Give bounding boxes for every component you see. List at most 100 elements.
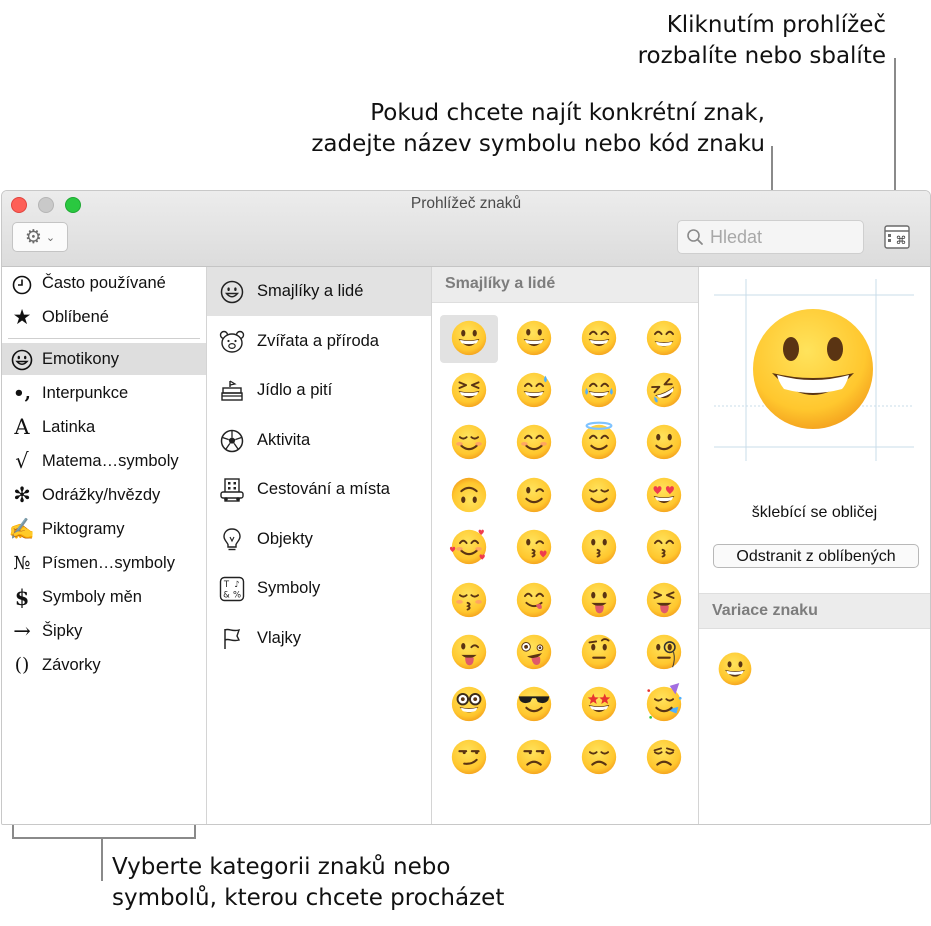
subcategory-label: Aktivita [257,431,311,449]
sidebar-item-pictographs[interactable]: ✍ Piktogramy [2,513,206,545]
tongue-emoji-icon [578,578,620,625]
sidebar-item-math-symbols[interactable]: √ Matema…symboly [2,445,206,477]
expand-viewer-icon[interactable]: ⌘ [884,225,910,249]
smiley-icon [2,347,42,372]
callout-line: Kliknutím prohlížeč [666,12,886,38]
parentheses-icon: () [14,654,30,676]
emoji-cell-smile[interactable] [570,315,628,363]
emoji-cell-kissing-smiling-eyes[interactable] [635,525,693,573]
emoji-cell-smirk[interactable] [440,734,498,782]
grinning-emoji-icon [715,652,755,692]
emoji-cell-unamused[interactable] [505,734,563,782]
emoji-cell-rofl[interactable] [635,367,693,415]
sidebar-item-emoji[interactable]: Emotikony [2,343,206,375]
sidebar-item-favorites[interactable]: ★ Oblíbené [2,301,206,333]
latin-letter-icon: A [14,415,30,439]
sidebar-item-label: Latinka [42,417,96,436]
yum-emoji-icon [513,578,555,625]
emoji-cell-partying[interactable] [635,682,693,730]
emoji-cell-grin[interactable] [635,315,693,363]
callout-line: Pokud chcete najít konkrétní znak, [370,100,765,126]
subcategory-smileys-people[interactable]: Smajlíky a lidé [207,267,431,316]
emoji-cell-smiling-hearts[interactable] [440,525,498,573]
unamused-emoji-icon [513,735,555,782]
grid-section-header: Smajlíky a lidé [432,267,698,303]
emoji-cell-nerd[interactable] [440,682,498,730]
pensive-emoji-icon [643,735,685,782]
kissing-heart-emoji-icon [513,525,555,572]
subcategory-label: Smajlíky a lidé [257,282,364,300]
emoji-cell-innocent[interactable] [570,420,628,468]
subcategory-animals-nature[interactable]: Zvířata a příroda [207,317,431,366]
heart-eyes-emoji-icon [643,473,685,520]
search-input[interactable] [710,226,850,248]
sidebar-item-currency-symbols[interactable]: $ Symboly měn [2,581,206,613]
gear-icon: ⚙ [24,226,42,248]
sidebar-item-label: Interpunkce [42,383,129,402]
blush-emoji-icon [513,420,555,467]
emoji-cell-yum[interactable] [505,577,563,625]
joy-emoji-icon [578,368,620,415]
emoji-cell-joy[interactable] [570,367,628,415]
subcategory-food-drink[interactable]: Jídlo a pití [207,366,431,415]
emoji-cell-disappointed[interactable] [570,734,628,782]
smiling-hearts-emoji-icon [448,525,490,572]
sidebar-item-bullets-stars[interactable]: ✻ Odrážky/hvězdy [2,479,206,511]
innocent-emoji-icon [578,420,620,467]
smiley-emoji-icon [513,316,555,363]
partying-emoji-icon [643,682,685,729]
emoji-cell-kissing-closed-eyes[interactable] [440,577,498,625]
emoji-cell-grinning[interactable] [440,315,498,363]
numero-icon: № [13,552,31,574]
emoji-cell-kissing[interactable] [570,525,628,573]
wink-emoji-icon [513,473,555,520]
sidebar-item-arrows[interactable]: → Šipky [2,615,206,647]
emoji-cell-heart-eyes[interactable] [635,472,693,520]
emoji-cell-squinting-tongue[interactable] [635,577,693,625]
action-menu-button[interactable]: ⚙ ⌄ [12,222,68,252]
sidebar-item-label: Písmen…symboly [42,553,175,572]
emoji-cell-sweat-smile[interactable] [505,367,563,415]
subcategory-objects[interactable]: Objekty [207,515,431,564]
emoji-cell-zany[interactable] [505,629,563,677]
subcategory-activity[interactable]: Aktivita [207,416,431,465]
dollar-icon: $ [14,584,30,610]
laughing-emoji-icon [448,368,490,415]
variant-grinning[interactable] [715,648,759,692]
callout-line: zadejte název symbolu nebo kód znaku [311,131,765,157]
emoji-cell-raised-eyebrow[interactable] [570,629,628,677]
subcategory-travel-places[interactable]: Cestování a místa [207,465,431,514]
emoji-cell-star-struck[interactable] [570,682,628,730]
subcategory-flags[interactable]: Vlajky [207,614,431,663]
remove-from-favorites-button[interactable]: Odstranit z oblíbených [713,544,919,568]
emoji-cell-slight-smile[interactable] [635,420,693,468]
emoji-cell-smiley[interactable] [505,315,563,363]
sidebar-item-frequently-used[interactable]: Často používané [2,267,206,299]
monocle-emoji-icon [643,630,685,677]
sidebar-item-brackets[interactable]: () Závorky [2,649,206,681]
sidebar-item-punctuation[interactable]: •, Interpunkce [2,377,206,409]
sidebar-item-label: Závorky [42,655,101,674]
svg-text:⌘: ⌘ [896,234,907,247]
emoji-cell-pensive[interactable] [635,734,693,782]
character-name: šklebící se obličej [751,504,878,521]
emoji-cell-blush[interactable] [505,420,563,468]
emoji-cell-relaxed[interactable] [440,420,498,468]
search-field[interactable] [677,220,864,254]
emoji-cell-winking-tongue[interactable] [440,629,498,677]
sidebar-item-label: Odrážky/hvězdy [42,485,161,504]
emoji-cell-wink[interactable] [505,472,563,520]
variants-header: Variace znaku [699,593,930,629]
emoji-cell-tongue[interactable] [570,577,628,625]
svg-text:T: T [223,580,230,590]
emoji-cell-laughing[interactable] [440,367,498,415]
sidebar-item-letterlike-symbols[interactable]: № Písmen…symboly [2,547,206,579]
emoji-cell-sunglasses[interactable] [505,682,563,730]
emoji-cell-kissing-heart[interactable] [505,525,563,573]
emoji-cell-upside-down[interactable] [440,472,498,520]
emoji-cell-monocle[interactable] [635,629,693,677]
sidebar-item-latin[interactable]: A Latinka [2,411,206,443]
leader-line-category [101,837,103,881]
emoji-cell-relieved[interactable] [570,472,628,520]
subcategory-symbols[interactable]: T ♪ &% Symboly [207,564,431,613]
